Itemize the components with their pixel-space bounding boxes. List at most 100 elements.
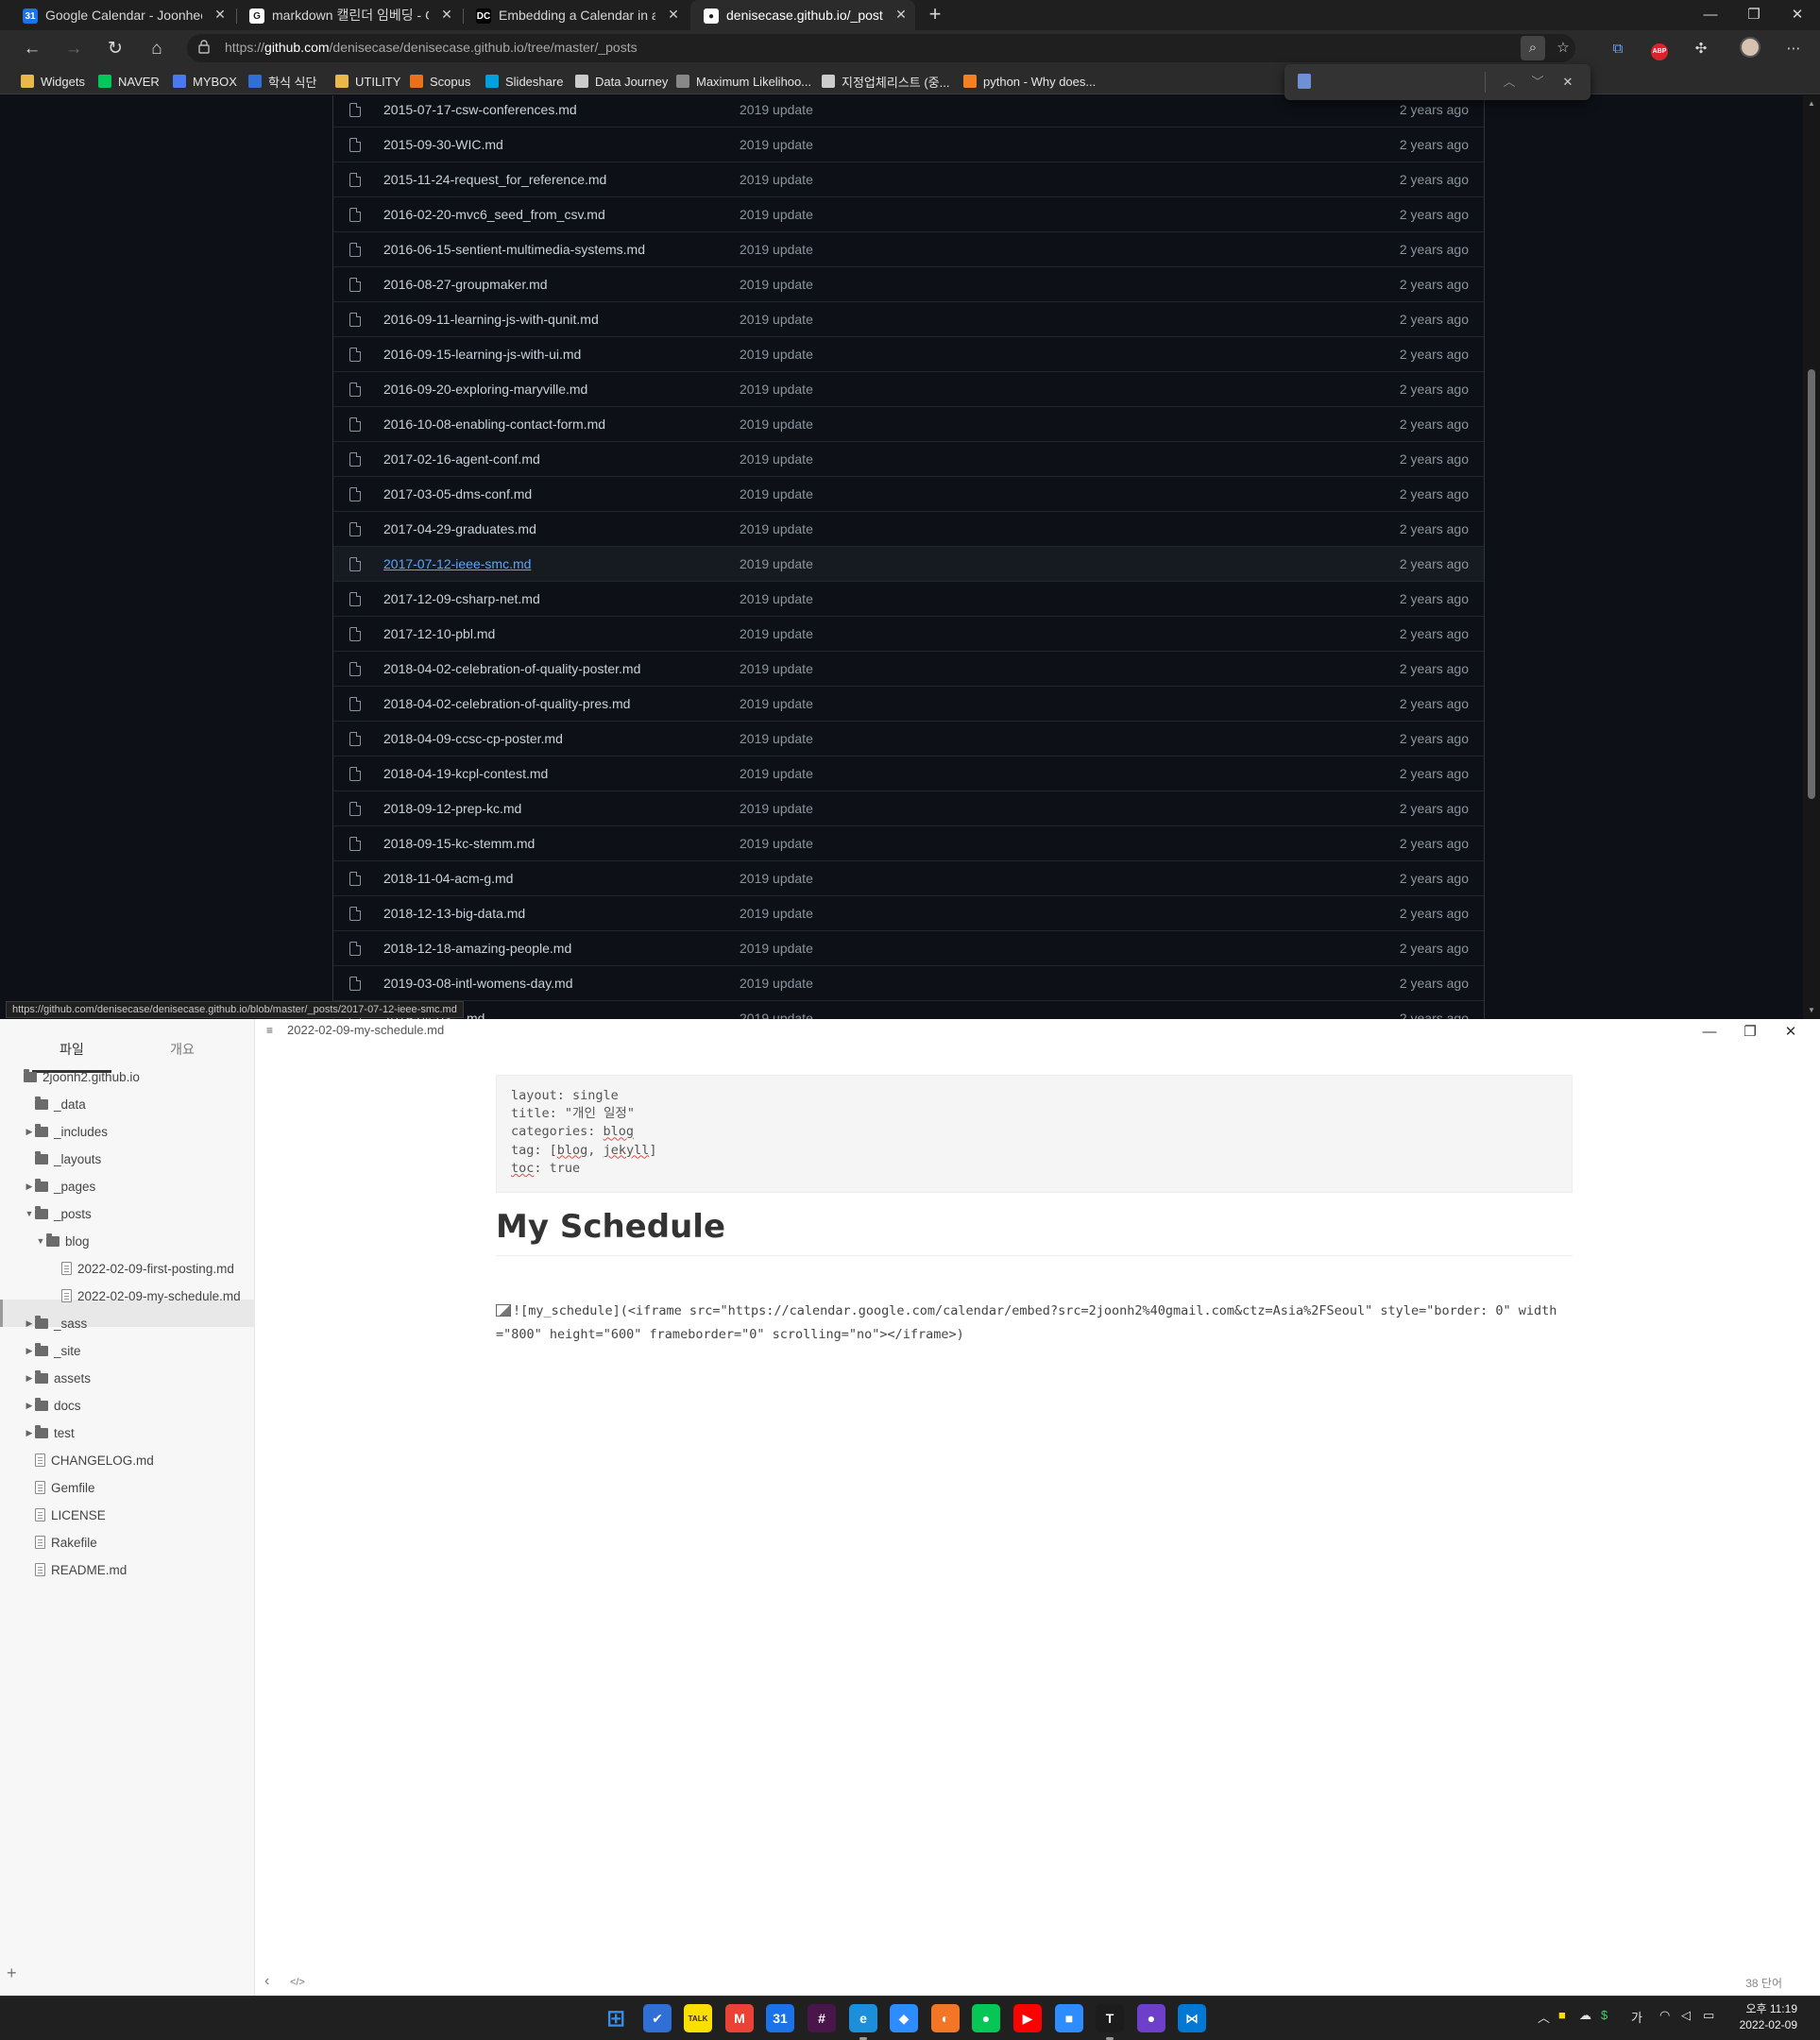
file-row[interactable]: 2018-11-04-acm-g.md 2019 update 2 years ag… bbox=[333, 860, 1484, 895]
file-name-link[interactable]: 2015-07-17-csw-conferences.md bbox=[383, 102, 577, 117]
commit-message-link[interactable]: 2019 update bbox=[740, 416, 813, 432]
edge-icon[interactable]: e bbox=[849, 2004, 877, 2040]
tree-folder[interactable]: ▶ test bbox=[25, 1422, 75, 1443]
github-desktop-icon[interactable]: ● bbox=[1137, 2004, 1165, 2032]
file-row[interactable]: 2018-04-02-celebration-of-quality-poster… bbox=[333, 651, 1484, 686]
add-file-icon[interactable]: + bbox=[7, 1964, 17, 1983]
file-name-link[interactable]: 2016-06-15-sentient-multimedia-systems.m… bbox=[383, 242, 645, 257]
file-name-link[interactable]: 2019-03-08-intl-womens-day.md bbox=[383, 976, 573, 991]
kakaotalk-tray-icon[interactable]: ■ bbox=[1558, 2008, 1566, 2022]
tree-folder[interactable]: ▶ _sass bbox=[25, 1313, 87, 1334]
file-row[interactable]: 2018-09-15-kc-stemm.md 2019 update 2 years… bbox=[333, 825, 1484, 860]
commit-message-link[interactable]: 2019 update bbox=[740, 976, 813, 991]
file-name-link[interactable]: 2016-09-15-learning-js-with-ui.md bbox=[383, 347, 581, 362]
chevron-right-icon[interactable]: ▶ bbox=[25, 1318, 34, 1329]
tab-close-icon[interactable]: ✕ bbox=[212, 6, 229, 23]
commit-message-link[interactable]: 2019 update bbox=[740, 801, 813, 816]
find-on-page-icon[interactable]: ⌕ bbox=[1521, 36, 1545, 60]
wifi-icon[interactable]: ◠ bbox=[1659, 2008, 1670, 2023]
commit-message-link[interactable]: 2019 update bbox=[740, 451, 813, 467]
file-row[interactable]: 2017-12-10-pbl.md 2019 update 2 years ago bbox=[333, 616, 1484, 651]
bookmark-item[interactable]: 학식 식단 bbox=[248, 72, 316, 91]
file-name-link[interactable]: 2016-10-08-enabling-contact-form.md bbox=[383, 416, 605, 432]
tree-file[interactable]: LICENSE bbox=[25, 1504, 106, 1525]
chevron-right-icon[interactable]: ▶ bbox=[25, 1428, 34, 1438]
extensions-icon[interactable]: ✣ bbox=[1689, 37, 1713, 61]
typora-minimize-button[interactable]: — bbox=[1691, 1023, 1728, 1042]
tree-file[interactable]: Rakefile bbox=[25, 1532, 97, 1553]
tree-folder[interactable]: _data bbox=[25, 1094, 86, 1114]
commit-message-link[interactable]: 2019 update bbox=[740, 836, 813, 851]
commit-message-link[interactable]: 2019 update bbox=[740, 766, 813, 781]
commit-message-link[interactable]: 2019 update bbox=[740, 382, 813, 397]
refresh-button[interactable]: ↻ bbox=[100, 34, 130, 64]
file-row[interactable]: 2017-04-29-graduates.md 2019 update 2 year… bbox=[333, 511, 1484, 546]
find-input-icon[interactable] bbox=[1298, 74, 1311, 89]
file-name-link[interactable]: 2018-04-02-celebration-of-quality-poster… bbox=[383, 661, 640, 676]
file-name-link[interactable]: 2018-09-12-prep-kc.md bbox=[383, 801, 521, 816]
file-name-link[interactable]: 2018-09-15-kc-stemm.md bbox=[383, 836, 535, 851]
file-name-link[interactable]: 2018-12-18-amazing-people.md bbox=[383, 941, 571, 956]
tree-folder[interactable]: 2joonh2.github.io bbox=[13, 1066, 140, 1087]
chevron-right-icon[interactable]: ▶ bbox=[25, 1346, 34, 1356]
file-row[interactable]: 2016-06-15-sentient-multimedia-systems.m… bbox=[333, 231, 1484, 266]
commit-message-link[interactable]: 2019 update bbox=[740, 661, 813, 676]
file-name-link[interactable]: 2016-09-11-learning-js-with-qunit.md bbox=[383, 312, 599, 327]
scroll-down-icon[interactable]: ▼ bbox=[1807, 1006, 1816, 1015]
find-next-icon[interactable]: ﹀ bbox=[1526, 71, 1549, 94]
todo-icon[interactable]: ✔ bbox=[643, 2004, 672, 2032]
zoom-notes-icon[interactable]: ◆ bbox=[890, 2004, 918, 2032]
tree-folder[interactable]: ▶ assets bbox=[25, 1368, 91, 1388]
file-row[interactable]: 2018-12-18-amazing-people.md 2019 update 2… bbox=[333, 930, 1484, 965]
chevron-right-icon[interactable]: ▶ bbox=[25, 1127, 34, 1137]
tree-folder[interactable]: _layouts bbox=[25, 1148, 101, 1169]
chevron-down-icon[interactable]: ▼ bbox=[36, 1236, 45, 1246]
bookmark-item[interactable]: UTILITY bbox=[335, 72, 400, 91]
tree-folder[interactable]: ▶ _pages bbox=[25, 1176, 95, 1197]
onedrive-icon[interactable]: ☁ bbox=[1579, 2008, 1591, 2023]
file-name-link[interactable]: 2017-12-10-pbl.md bbox=[383, 626, 495, 641]
chevron-right-icon[interactable]: ▶ bbox=[25, 1401, 34, 1411]
tree-file[interactable]: 2022-02-09-my-schedule.md bbox=[51, 1285, 241, 1306]
tab-files[interactable]: 파일 bbox=[32, 1040, 111, 1073]
commit-message-link[interactable]: 2019 update bbox=[740, 137, 813, 152]
system-clock[interactable]: 오후 11:19 2022-02-09 bbox=[1740, 2001, 1797, 2033]
file-name-link[interactable]: 2017-12-09-csharp-net.md bbox=[383, 591, 540, 606]
commit-message-link[interactable]: 2019 update bbox=[740, 102, 813, 117]
commit-message-link[interactable]: 2019 update bbox=[740, 941, 813, 956]
bookmark-item[interactable]: MYBOX bbox=[173, 72, 237, 91]
zoom-icon[interactable]: ■ bbox=[1055, 2004, 1083, 2032]
bookmark-item[interactable]: Maximum Likelihoo... bbox=[676, 72, 811, 91]
commit-message-link[interactable]: 2019 update bbox=[740, 1011, 813, 1019]
page-scrollbar[interactable]: ▲ ▼ bbox=[1803, 95, 1820, 1019]
settings-more-icon[interactable]: ⋯ bbox=[1781, 37, 1806, 61]
tree-folder[interactable]: ▶ _includes bbox=[25, 1121, 108, 1142]
tab-3[interactable]: DC Embedding a Calendar in a GitH ✕ bbox=[463, 0, 688, 30]
file-row[interactable]: 2017-07-12-ieee-smc.md 2019 update 2 years… bbox=[333, 546, 1484, 581]
file-row[interactable]: 2015-09-30-WIC.md 2019 update 2 years ago bbox=[333, 127, 1484, 162]
slack-icon[interactable]: # bbox=[808, 2004, 836, 2032]
tab-close-icon[interactable]: ✕ bbox=[438, 6, 455, 23]
file-name-link[interactable]: 2017-04-29-graduates.md bbox=[383, 521, 536, 536]
typora-close-button[interactable]: ✕ bbox=[1772, 1023, 1810, 1042]
chevron-down-icon[interactable]: ▼ bbox=[25, 1209, 34, 1218]
file-row[interactable]: 2017-02-16-agent-conf.md 2019 update 2 yea… bbox=[333, 441, 1484, 476]
minimize-button[interactable]: — bbox=[1689, 0, 1732, 30]
commit-message-link[interactable]: 2019 update bbox=[740, 172, 813, 187]
file-row[interactable]: 2016-09-15-learning-js-with-ui.md 2019 up… bbox=[333, 336, 1484, 371]
bookmark-item[interactable]: NAVER bbox=[98, 72, 160, 91]
adblock-icon[interactable]: ABP bbox=[1647, 37, 1672, 61]
file-name-link[interactable]: 2018-12-13-big-data.md bbox=[383, 906, 525, 921]
volume-icon[interactable]: ◁ bbox=[1681, 2008, 1691, 2023]
file-name-link[interactable]: 2017-07-12-ieee-smc.md bbox=[383, 556, 531, 571]
file-row[interactable]: 2019-04-03-...md2019 update2 years ago bbox=[333, 1000, 1484, 1019]
commit-message-link[interactable]: 2019 update bbox=[740, 347, 813, 362]
calendar-icon[interactable]: 31 bbox=[766, 2004, 794, 2032]
kakaotalk-icon[interactable]: TALK bbox=[684, 2004, 712, 2032]
line-icon[interactable]: ● bbox=[972, 2004, 1000, 2032]
favorites-star-icon[interactable]: ☆ bbox=[1551, 36, 1575, 60]
commit-message-link[interactable]: 2019 update bbox=[740, 906, 813, 921]
close-window-button[interactable]: ✕ bbox=[1776, 0, 1819, 30]
new-tab-button[interactable]: + bbox=[924, 3, 946, 26]
tree-folder[interactable]: ▶ docs bbox=[25, 1395, 81, 1416]
